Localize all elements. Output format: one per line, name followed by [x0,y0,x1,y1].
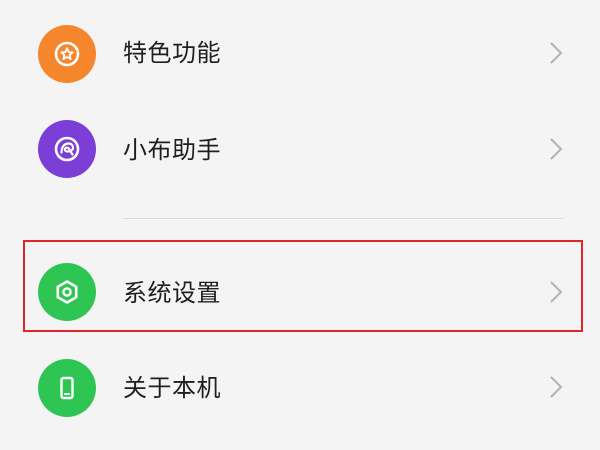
menu-item-label: 关于本机 [123,374,221,402]
menu-item-label: 小布助手 [123,136,221,164]
assistant-icon [38,120,96,178]
section-divider [123,218,563,219]
menu-item-assistant[interactable]: 小布助手 [0,101,600,197]
menu-item-special-features[interactable]: 特色功能 [0,4,600,100]
chevron-right-icon [550,42,563,64]
phone-icon [38,359,96,417]
chevron-right-icon [550,281,563,303]
settings-screen: 特色功能 小布助手 系统设置 关于本机 [0,0,600,450]
chevron-right-icon [550,138,563,160]
settings-hexagon-icon [38,263,96,321]
menu-item-system-settings[interactable]: 系统设置 [0,243,600,339]
menu-item-label: 特色功能 [123,39,221,67]
star-badge-icon [38,25,96,83]
chevron-right-icon [550,376,563,398]
menu-item-label: 系统设置 [123,279,221,307]
menu-item-about-phone[interactable]: 关于本机 [0,340,600,436]
